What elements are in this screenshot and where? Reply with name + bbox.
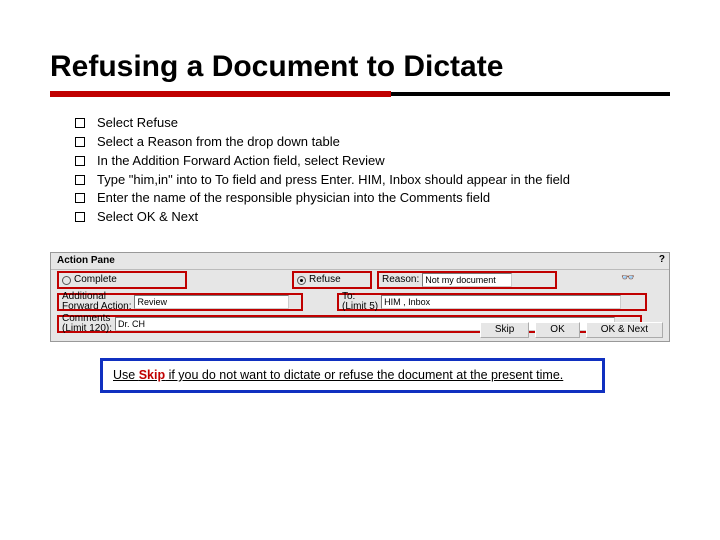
pane-title: Action Pane: [57, 256, 115, 266]
complete-option-highlight: Complete: [57, 271, 187, 289]
skip-note: Use Skip if you do not want to dictate o…: [100, 358, 605, 393]
reason-field-highlight: Reason: Not my document: [377, 271, 557, 289]
list-item: In the Addition Forward Action field, se…: [75, 152, 670, 171]
reason-label: Reason:: [382, 275, 419, 285]
forward-label-2: Forward Action:: [62, 302, 131, 312]
to-label-2: (Limit 5): [342, 302, 378, 312]
forward-action-highlight: Additional Forward Action: Review: [57, 293, 303, 311]
forward-action-dropdown[interactable]: Review: [134, 295, 289, 309]
ok-button[interactable]: OK: [535, 322, 579, 338]
to-field[interactable]: HIM , Inbox: [381, 295, 621, 309]
list-item: Select OK & Next: [75, 208, 670, 227]
refuse-label: Refuse: [309, 275, 341, 285]
list-item: Type "him,in" into to To field and press…: [75, 171, 670, 190]
slide-title: Refusing a Document to Dictate: [50, 50, 670, 84]
list-item: Select Refuse: [75, 114, 670, 133]
instruction-list: Select Refuse Select a Reason from the d…: [50, 114, 670, 227]
complete-radio[interactable]: [62, 276, 71, 285]
refuse-option-highlight: Refuse: [292, 271, 372, 289]
title-rule: [50, 92, 670, 96]
skip-button[interactable]: Skip: [480, 322, 529, 338]
note-skip-word: Skip: [139, 368, 165, 382]
reason-dropdown[interactable]: Not my document: [422, 273, 512, 287]
comments-label-2: (Limit 120):: [62, 324, 112, 334]
list-item: Select a Reason from the drop down table: [75, 133, 670, 152]
complete-label: Complete: [74, 275, 117, 285]
help-icon[interactable]: ?: [659, 255, 665, 265]
ok-next-button[interactable]: OK & Next: [586, 322, 663, 338]
refuse-radio[interactable]: [297, 276, 306, 285]
note-text-pre: Use: [113, 368, 139, 382]
note-text-post: if you do not want to dictate or refuse …: [165, 368, 563, 382]
to-field-highlight: To: (Limit 5) HIM , Inbox: [337, 293, 647, 311]
list-item: Enter the name of the responsible physic…: [75, 189, 670, 208]
binoculars-icon[interactable]: 👓: [621, 273, 635, 284]
action-pane-screenshot: Action Pane ? Complete Refuse Reason: No…: [50, 252, 670, 342]
